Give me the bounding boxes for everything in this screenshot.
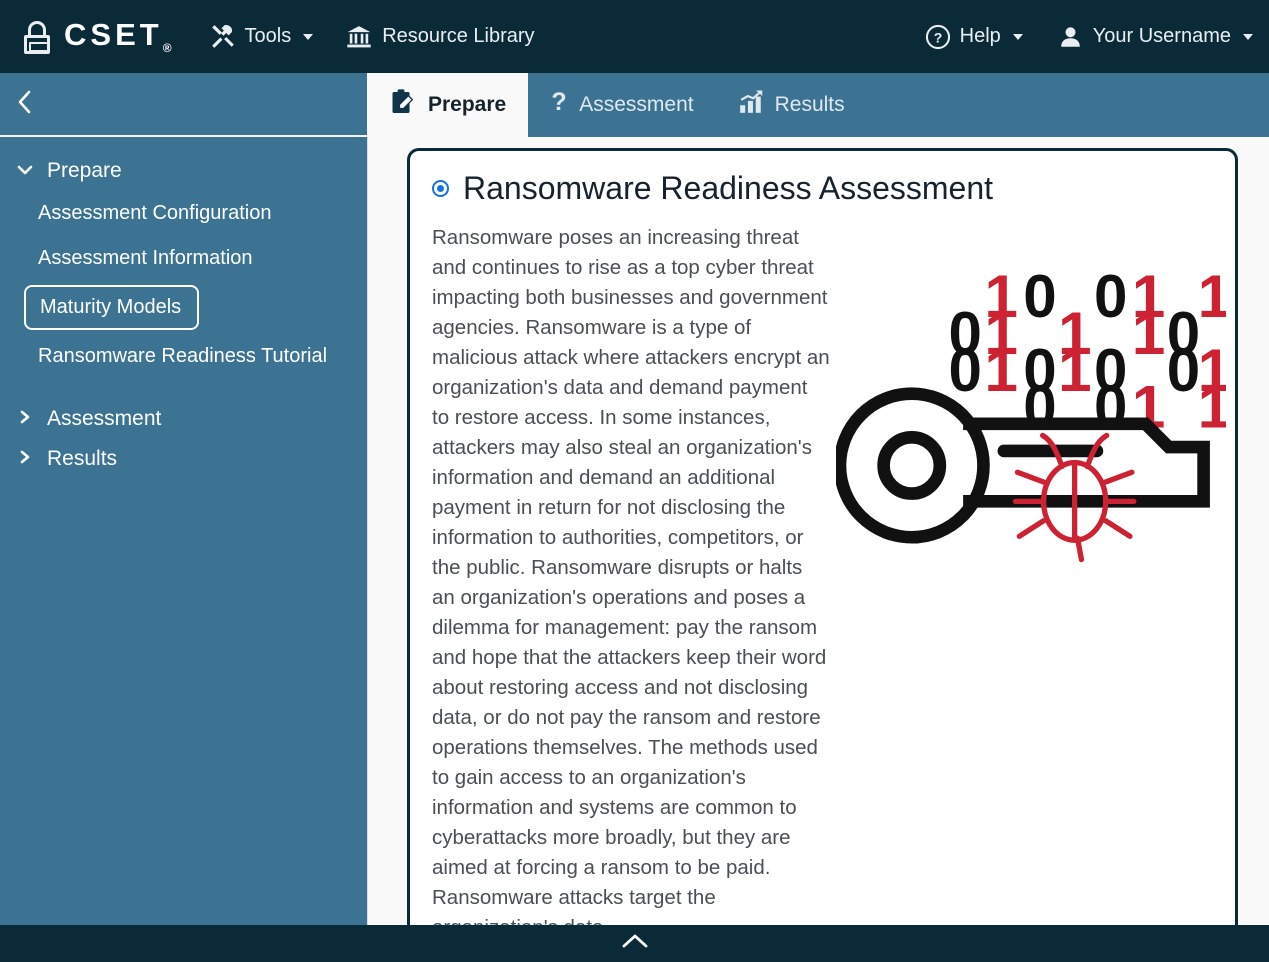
ransomware-readiness-radio[interactable] [432,180,449,197]
tab-strip: Prepare ? Assessment Results [367,73,1269,137]
chevron-left-icon[interactable] [14,87,36,122]
sidebar-group-assessment[interactable]: Assessment [0,399,367,439]
clipboard-pencil-icon [389,88,417,122]
chevron-right-icon [16,407,34,431]
svg-text:0: 0 [1094,263,1127,330]
sidebar-group-prepare[interactable]: Prepare [0,151,367,191]
tab-results[interactable]: Results [716,73,867,137]
lock-icon [22,20,52,54]
brand-name: CSET® [64,17,172,55]
chevron-down-icon [1013,34,1023,40]
svg-text:0: 0 [1094,374,1127,441]
card-title-row: Ransomware Readiness Assessment [410,151,1235,207]
page-title: Ransomware Readiness Assessment [463,170,993,207]
nav-help[interactable]: ? Help [925,24,1023,50]
nav-user-menu[interactable]: Your Username [1057,24,1253,50]
chevron-down-icon [1243,34,1253,40]
sidebar-item-ransomware-readiness-tutorial[interactable]: Ransomware Readiness Tutorial [0,334,367,379]
tab-assessment[interactable]: ? Assessment [528,73,715,137]
svg-text:1: 1 [984,337,1017,404]
sidebar-group-results-label: Results [47,447,117,471]
brand-logo[interactable]: CSET® [22,17,172,55]
tab-assessment-label: Assessment [579,93,693,117]
nav-user-label: Your Username [1093,25,1231,48]
tab-prepare-label: Prepare [428,93,506,117]
svg-text:0: 0 [949,337,982,404]
help-circle-icon: ? [925,24,951,50]
nav-resource-library-label: Resource Library [382,25,534,48]
sidebar-item-assessment-information[interactable]: Assessment Information [0,236,367,281]
chevron-down-icon [303,34,313,40]
user-icon [1057,24,1084,50]
sidebar-group-assessment-label: Assessment [47,407,161,431]
main-content: Ransomware Readiness Assessment Ransomwa… [367,137,1269,925]
card-description: Ransomware poses an increasing threat an… [432,223,830,938]
svg-text:?: ? [552,88,567,116]
svg-text:0: 0 [1023,374,1056,441]
sidebar-group-results[interactable]: Results [0,439,367,479]
sidebar-header [0,73,367,137]
nav-tools[interactable]: Tools [210,24,314,50]
sidebar-item-maturity-models[interactable]: Maturity Models [24,285,199,330]
svg-text:1: 1 [1198,374,1226,441]
registered-mark: ® [163,42,172,56]
nav-tools-label: Tools [245,25,292,48]
tab-results-label: Results [775,93,845,117]
tab-prepare[interactable]: Prepare [367,73,528,137]
key-with-bug-and-binary-illustration: 1 0 0 1 1 0 1 1 1 0 0 [830,223,1220,938]
card-body: Ransomware poses an increasing threat an… [410,207,1235,938]
nav-help-label: Help [960,25,1001,48]
sidebar-group-prepare-label: Prepare [47,159,122,183]
bottom-bar [0,925,1269,962]
top-header: CSET® Tools [0,0,1269,73]
library-icon [345,24,373,50]
question-mark-icon: ? [550,88,568,122]
nav-resource-library[interactable]: Resource Library [345,24,534,50]
top-header-right: ? Help Your Username [925,24,1253,50]
svg-text:?: ? [933,29,942,45]
app-root: CSET® Tools [0,0,1269,962]
bar-chart-icon [738,89,764,121]
chevron-up-icon[interactable] [618,931,652,956]
chevron-down-icon [16,159,34,183]
svg-text:1: 1 [1132,300,1165,367]
tools-icon [210,24,236,50]
sidebar-nav: Prepare Assessment Configuration Assessm… [0,137,367,925]
chevron-right-icon [16,447,34,471]
sidebar-item-assessment-configuration[interactable]: Assessment Configuration [0,191,367,236]
assessment-card: Ransomware Readiness Assessment Ransomwa… [407,148,1238,938]
svg-text:0: 0 [1023,263,1056,330]
svg-text:0: 0 [1167,337,1200,404]
svg-text:1: 1 [1198,263,1226,330]
sidebar-spacer [0,379,367,399]
svg-text:1: 1 [1058,337,1091,404]
